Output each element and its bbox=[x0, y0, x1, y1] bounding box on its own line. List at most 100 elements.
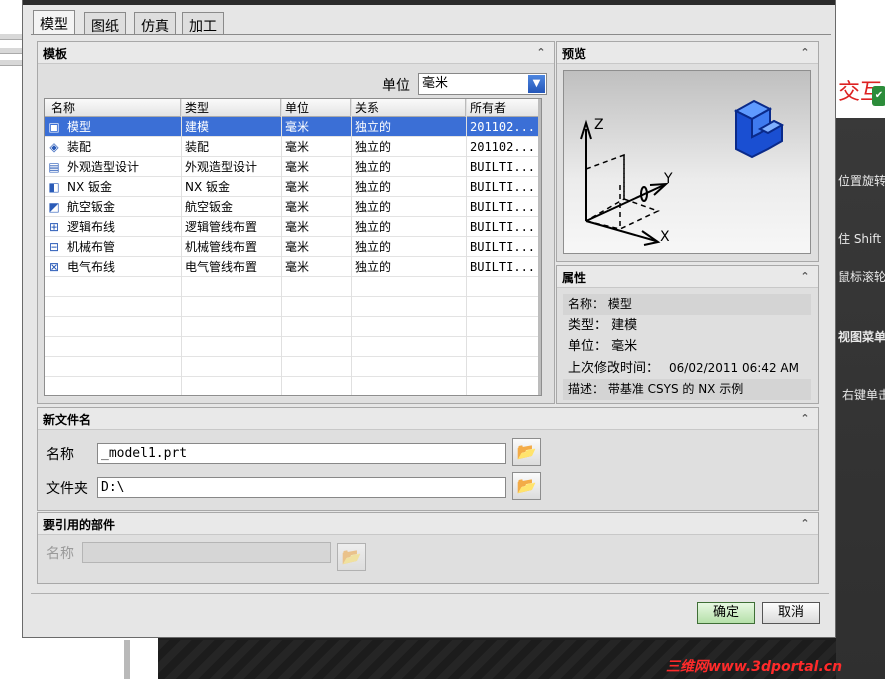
dialog-title-bar bbox=[23, 0, 835, 5]
cell-rel: 独立的 bbox=[355, 220, 392, 234]
column-divider bbox=[181, 99, 182, 395]
column-divider bbox=[351, 99, 352, 395]
cell-rel: 独立的 bbox=[355, 180, 392, 194]
cell-owner: BUILTI... bbox=[470, 220, 536, 234]
cell-unit: 毫米 bbox=[285, 180, 310, 194]
cell-owner: BUILTI... bbox=[470, 240, 536, 254]
cell-name: 逻辑布线 bbox=[67, 220, 116, 234]
cell-owner: BUILTI... bbox=[470, 180, 536, 194]
column-divider bbox=[466, 99, 467, 395]
collapse-up-icon[interactable]: ⌃ bbox=[798, 270, 812, 284]
column-header-owner[interactable]: 所有者 bbox=[466, 99, 541, 117]
tab-model[interactable]: 模型 bbox=[33, 10, 75, 35]
new-file-name-panel: 新文件名 ⌃ 名称 _model1.prt 📂 文件夹 D:\ 📂 bbox=[37, 407, 819, 511]
cell-unit: 毫米 bbox=[285, 220, 310, 234]
chevron-down-icon[interactable]: ▼ bbox=[528, 75, 545, 93]
csys-axes bbox=[580, 119, 669, 246]
background-text: 视图菜单 bbox=[838, 330, 885, 344]
unit-label: 单位 bbox=[382, 78, 410, 94]
referenced-part-panel: 要引用的部件 ⌃ 名称 📂 bbox=[37, 512, 819, 584]
cell-rel: 独立的 bbox=[355, 200, 392, 214]
referenced-name-input[interactable] bbox=[82, 542, 331, 563]
unit-select[interactable]: 毫米 ▼ bbox=[418, 73, 547, 95]
preview-title: 预览 bbox=[562, 47, 587, 61]
aero-sheet-metal-icon: ◩ bbox=[48, 200, 60, 214]
referenced-part-header[interactable]: 要引用的部件 ⌃ bbox=[38, 513, 818, 535]
watermark: 三维网www.3dportal.cn bbox=[666, 659, 843, 675]
background-text: 鼠标滚轮 bbox=[838, 270, 885, 284]
background-scrollbar bbox=[124, 640, 130, 679]
collapse-up-icon[interactable]: ⌃ bbox=[798, 412, 812, 426]
cell-unit: 毫米 bbox=[285, 240, 310, 254]
collapse-up-icon[interactable]: ⌃ bbox=[798, 46, 812, 60]
background-band bbox=[0, 48, 22, 54]
cell-type: 外观造型设计 bbox=[185, 160, 258, 174]
mech-routing-icon: ⊟ bbox=[48, 240, 60, 254]
column-header-type[interactable]: 类型 bbox=[181, 99, 281, 117]
folder-open-icon: 📂 bbox=[516, 476, 537, 495]
browse-name-button[interactable]: 📂 bbox=[512, 438, 541, 466]
cell-rel: 独立的 bbox=[355, 120, 392, 134]
preview-header[interactable]: 预览 ⌃ bbox=[557, 42, 818, 64]
tab-manufacturing[interactable]: 加工 bbox=[182, 12, 224, 35]
referenced-part-title: 要引用的部件 bbox=[43, 518, 116, 532]
preview-image: Z Y X bbox=[563, 70, 811, 254]
background-text: 位置旋转, bbox=[838, 174, 885, 188]
file-name-input[interactable]: _model1.prt bbox=[97, 443, 506, 464]
background-band bbox=[0, 34, 22, 40]
check-icon: ✔ bbox=[872, 86, 885, 106]
cell-rel: 独立的 bbox=[355, 240, 392, 254]
collapse-up-icon[interactable]: ⌃ bbox=[798, 517, 812, 531]
background-band bbox=[0, 60, 22, 66]
cancel-button[interactable]: 取消 bbox=[762, 602, 820, 624]
shape-studio-icon: ▤ bbox=[48, 160, 60, 174]
templates-header[interactable]: 模板 ⌃ bbox=[38, 42, 554, 64]
cell-owner: BUILTI... bbox=[470, 200, 536, 214]
tab-separator bbox=[31, 34, 831, 35]
cell-owner: 201102... bbox=[470, 120, 536, 134]
cell-type: 机械管线布置 bbox=[185, 240, 258, 254]
templates-panel: 模板 ⌃ 单位 毫米 ▼ 名称 类型 单位 关系 所有者 ▣ 模型 建模 毫米 独立的 20… bbox=[37, 41, 555, 404]
assembly-icon: ◈ bbox=[49, 140, 59, 154]
cell-type: NX 钣金 bbox=[185, 180, 231, 194]
new-file-dialog: 模型 图纸 仿真 加工 模板 ⌃ 单位 毫米 ▼ 名称 类型 单位 关系 所有者 … bbox=[22, 0, 836, 638]
properties-title: 属性 bbox=[562, 271, 587, 285]
cell-name: 机械布管 bbox=[67, 240, 116, 254]
template-table: 名称 类型 单位 关系 所有者 ▣ 模型 建模 毫米 独立的 201102... ◈ 装配 装配… bbox=[44, 98, 542, 397]
collapse-up-icon[interactable]: ⌃ bbox=[534, 46, 548, 60]
cell-type: 建模 bbox=[185, 120, 210, 134]
cell-type: 装配 bbox=[185, 140, 210, 154]
table-scrollbar[interactable] bbox=[538, 99, 541, 395]
elec-routing-icon: ⊠ bbox=[48, 260, 60, 274]
csys-preview-graphic: Z Y X bbox=[580, 99, 785, 246]
column-header-relation[interactable]: 关系 bbox=[351, 99, 466, 117]
ok-button[interactable]: 确定 bbox=[697, 602, 755, 624]
property-description: 描述： 带基准 CSYS 的 NX 示例 bbox=[563, 379, 811, 400]
model-icon: ▣ bbox=[48, 120, 60, 134]
background-right-panel: 交互 ✔ 位置旋转, 住 Shift 鼠标滚轮 视图菜单 右键单击 bbox=[836, 0, 885, 679]
column-header-name[interactable]: 名称 bbox=[45, 99, 181, 117]
referenced-name-label: 名称 bbox=[46, 546, 74, 562]
cell-owner: 201102... bbox=[470, 140, 536, 154]
cell-unit: 毫米 bbox=[285, 140, 310, 154]
cell-unit: 毫米 bbox=[285, 160, 310, 174]
properties-panel: 属性 ⌃ 名称： 模型 类型： 建模 单位： 毫米 上次修改时间： 06/02/20… bbox=[556, 265, 819, 404]
folder-input[interactable]: D:\ bbox=[97, 477, 506, 498]
button-separator bbox=[31, 593, 829, 594]
tab-simulation[interactable]: 仿真 bbox=[134, 12, 176, 35]
background-text: 住 Shift bbox=[838, 232, 882, 246]
browse-referenced-button[interactable]: 📂 bbox=[337, 543, 366, 571]
templates-title: 模板 bbox=[43, 47, 68, 61]
unit-select-value: 毫米 bbox=[422, 76, 449, 91]
browse-folder-button[interactable]: 📂 bbox=[512, 472, 541, 500]
cell-name: 航空钣金 bbox=[67, 200, 116, 214]
new-file-name-header[interactable]: 新文件名 ⌃ bbox=[38, 408, 818, 430]
new-file-name-title: 新文件名 bbox=[43, 413, 92, 427]
column-header-unit[interactable]: 单位 bbox=[281, 99, 351, 117]
cell-unit: 毫米 bbox=[285, 120, 310, 134]
cell-type: 航空钣金 bbox=[185, 200, 234, 214]
file-name-label: 名称 bbox=[46, 447, 74, 463]
properties-header[interactable]: 属性 ⌃ bbox=[557, 266, 818, 288]
tab-drawing[interactable]: 图纸 bbox=[84, 12, 126, 35]
cell-type: 逻辑管线布置 bbox=[185, 220, 258, 234]
